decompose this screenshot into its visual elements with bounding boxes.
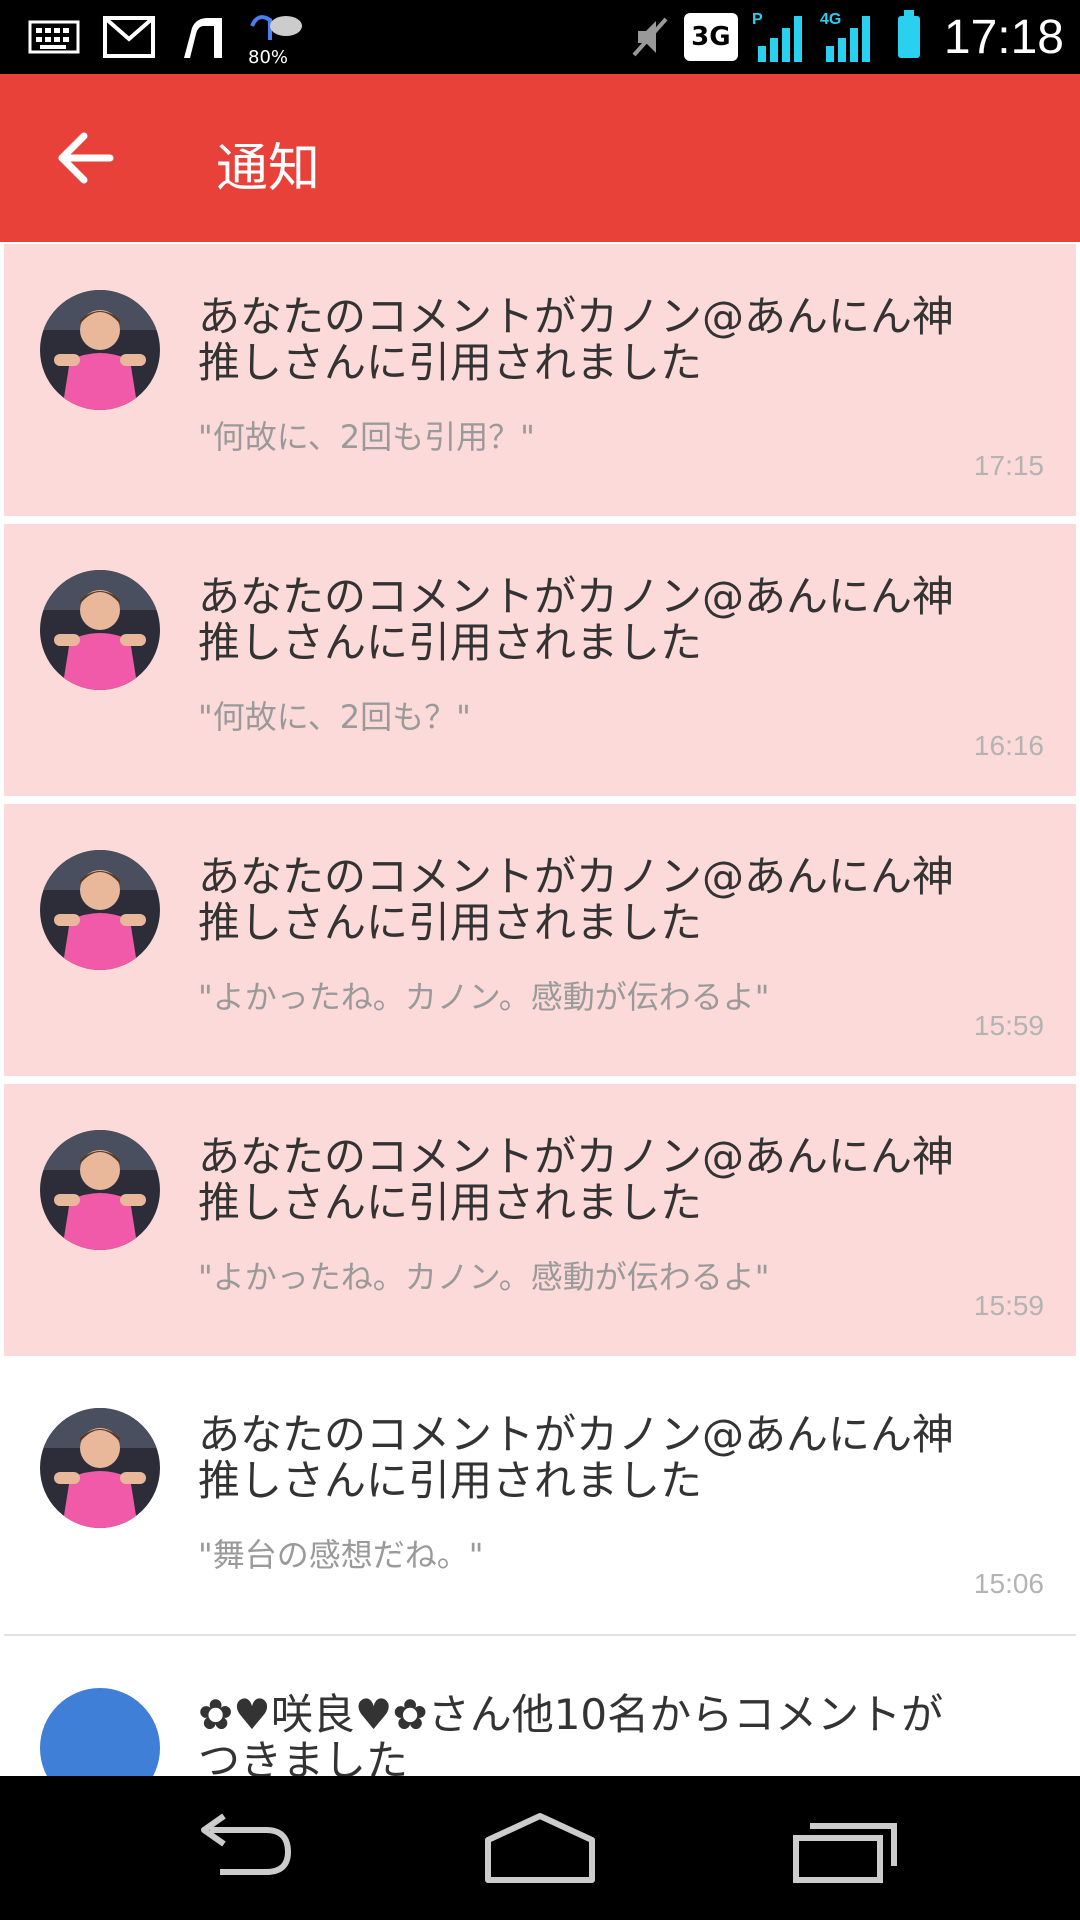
status-left-icons: 80%: [28, 10, 304, 68]
signal-p-icon: P: [752, 10, 806, 64]
avatar[interactable]: [40, 1688, 160, 1776]
navigation-bar: [0, 1776, 1080, 1920]
nav-recents-button[interactable]: [788, 1810, 908, 1886]
notification-quote: "何故に、2回も引用？": [198, 418, 535, 456]
notification-title: あなたのコメントがカノン@あんにん神推しさんに引用されました: [198, 1410, 955, 1505]
arrow-left-icon: [58, 132, 114, 184]
notification-time: 16:16: [973, 730, 1044, 761]
avatar[interactable]: [40, 1130, 160, 1250]
notification-item[interactable]: あなたのコメントがカノン@あんにん神推しさんに引用されました "舞台の感想だね。…: [4, 1362, 1076, 1636]
nav-back-button[interactable]: [180, 1810, 300, 1886]
notification-quote: "よかったね。カノン。感動が伝わるよ": [198, 978, 770, 1016]
svg-text:4G: 4G: [820, 11, 841, 28]
notification-item[interactable]: あなたのコメントがカノン@あんにん神推しさんに引用されました "何故に、2回も引…: [4, 244, 1076, 516]
keyboard-icon: [28, 20, 80, 54]
page-title: 通知: [216, 139, 321, 199]
nav-home-button[interactable]: [480, 1810, 600, 1886]
avatar[interactable]: [40, 570, 160, 690]
battery-icon: [897, 10, 920, 58]
notification-time: 17:15: [973, 450, 1044, 481]
notification-item[interactable]: あなたのコメントがカノン@あんにん神推しさんに引用されました "よかったね。カノ…: [4, 804, 1076, 1076]
weather-icon: 80%: [248, 10, 304, 68]
signal-4g-icon: 4G: [820, 10, 874, 64]
app-bar: 通知: [0, 74, 1080, 242]
weather-percent: 80%: [248, 47, 289, 68]
notification-quote: "舞台の感想だね。": [198, 1536, 484, 1574]
svg-text:P: P: [752, 11, 763, 28]
recents-icon: [793, 1823, 897, 1883]
avatar[interactable]: [40, 850, 160, 970]
app-icon: [178, 14, 226, 60]
avatar[interactable]: [40, 290, 160, 410]
network-type-badge: 3G: [683, 13, 738, 61]
mute-icon: [630, 15, 670, 59]
notification-item[interactable]: あなたのコメントがカノン@あんにん神推しさんに引用されました "何故に、2回も？…: [4, 524, 1076, 796]
notification-title: あなたのコメントがカノン@あんにん神推しさんに引用されました: [198, 1132, 955, 1227]
notification-title: ✿♥咲良♥✿さん他10名からコメントがつきました: [198, 1690, 944, 1777]
notification-title: あなたのコメントがカノン@あんにん神推しさんに引用されました: [198, 852, 955, 947]
notification-title: あなたのコメントがカノン@あんにん神推しさんに引用されました: [198, 292, 955, 387]
back-icon: [201, 1813, 292, 1875]
notification-time: 15:59: [973, 1010, 1044, 1041]
notification-title: あなたのコメントがカノン@あんにん神推しさんに引用されました: [198, 572, 955, 667]
home-icon: [485, 1813, 595, 1883]
status-time: 17:18: [943, 10, 1064, 64]
notification-list[interactable]: あなたのコメントがカノン@あんにん神推しさんに引用されました "何故に、2回も引…: [0, 244, 1080, 1776]
status-bar: 80% 3G P 4G 17:18: [0, 0, 1080, 74]
notification-time: 15:06: [973, 1568, 1044, 1599]
avatar[interactable]: [40, 1408, 160, 1528]
back-button[interactable]: [52, 124, 120, 192]
status-right-icons: 3G P 4G 17:18: [630, 6, 1064, 68]
notification-quote: "よかったね。カノン。感動が伝わるよ": [198, 1258, 770, 1296]
gmail-icon: [102, 15, 156, 59]
notification-time: 15:59: [973, 1290, 1044, 1321]
notification-quote: "何故に、2回も？": [198, 698, 471, 736]
notification-item[interactable]: ✿♥咲良♥✿さん他10名からコメントがつきました: [4, 1642, 1076, 1776]
notification-item[interactable]: あなたのコメントがカノン@あんにん神推しさんに引用されました "よかったね。カノ…: [4, 1084, 1076, 1356]
